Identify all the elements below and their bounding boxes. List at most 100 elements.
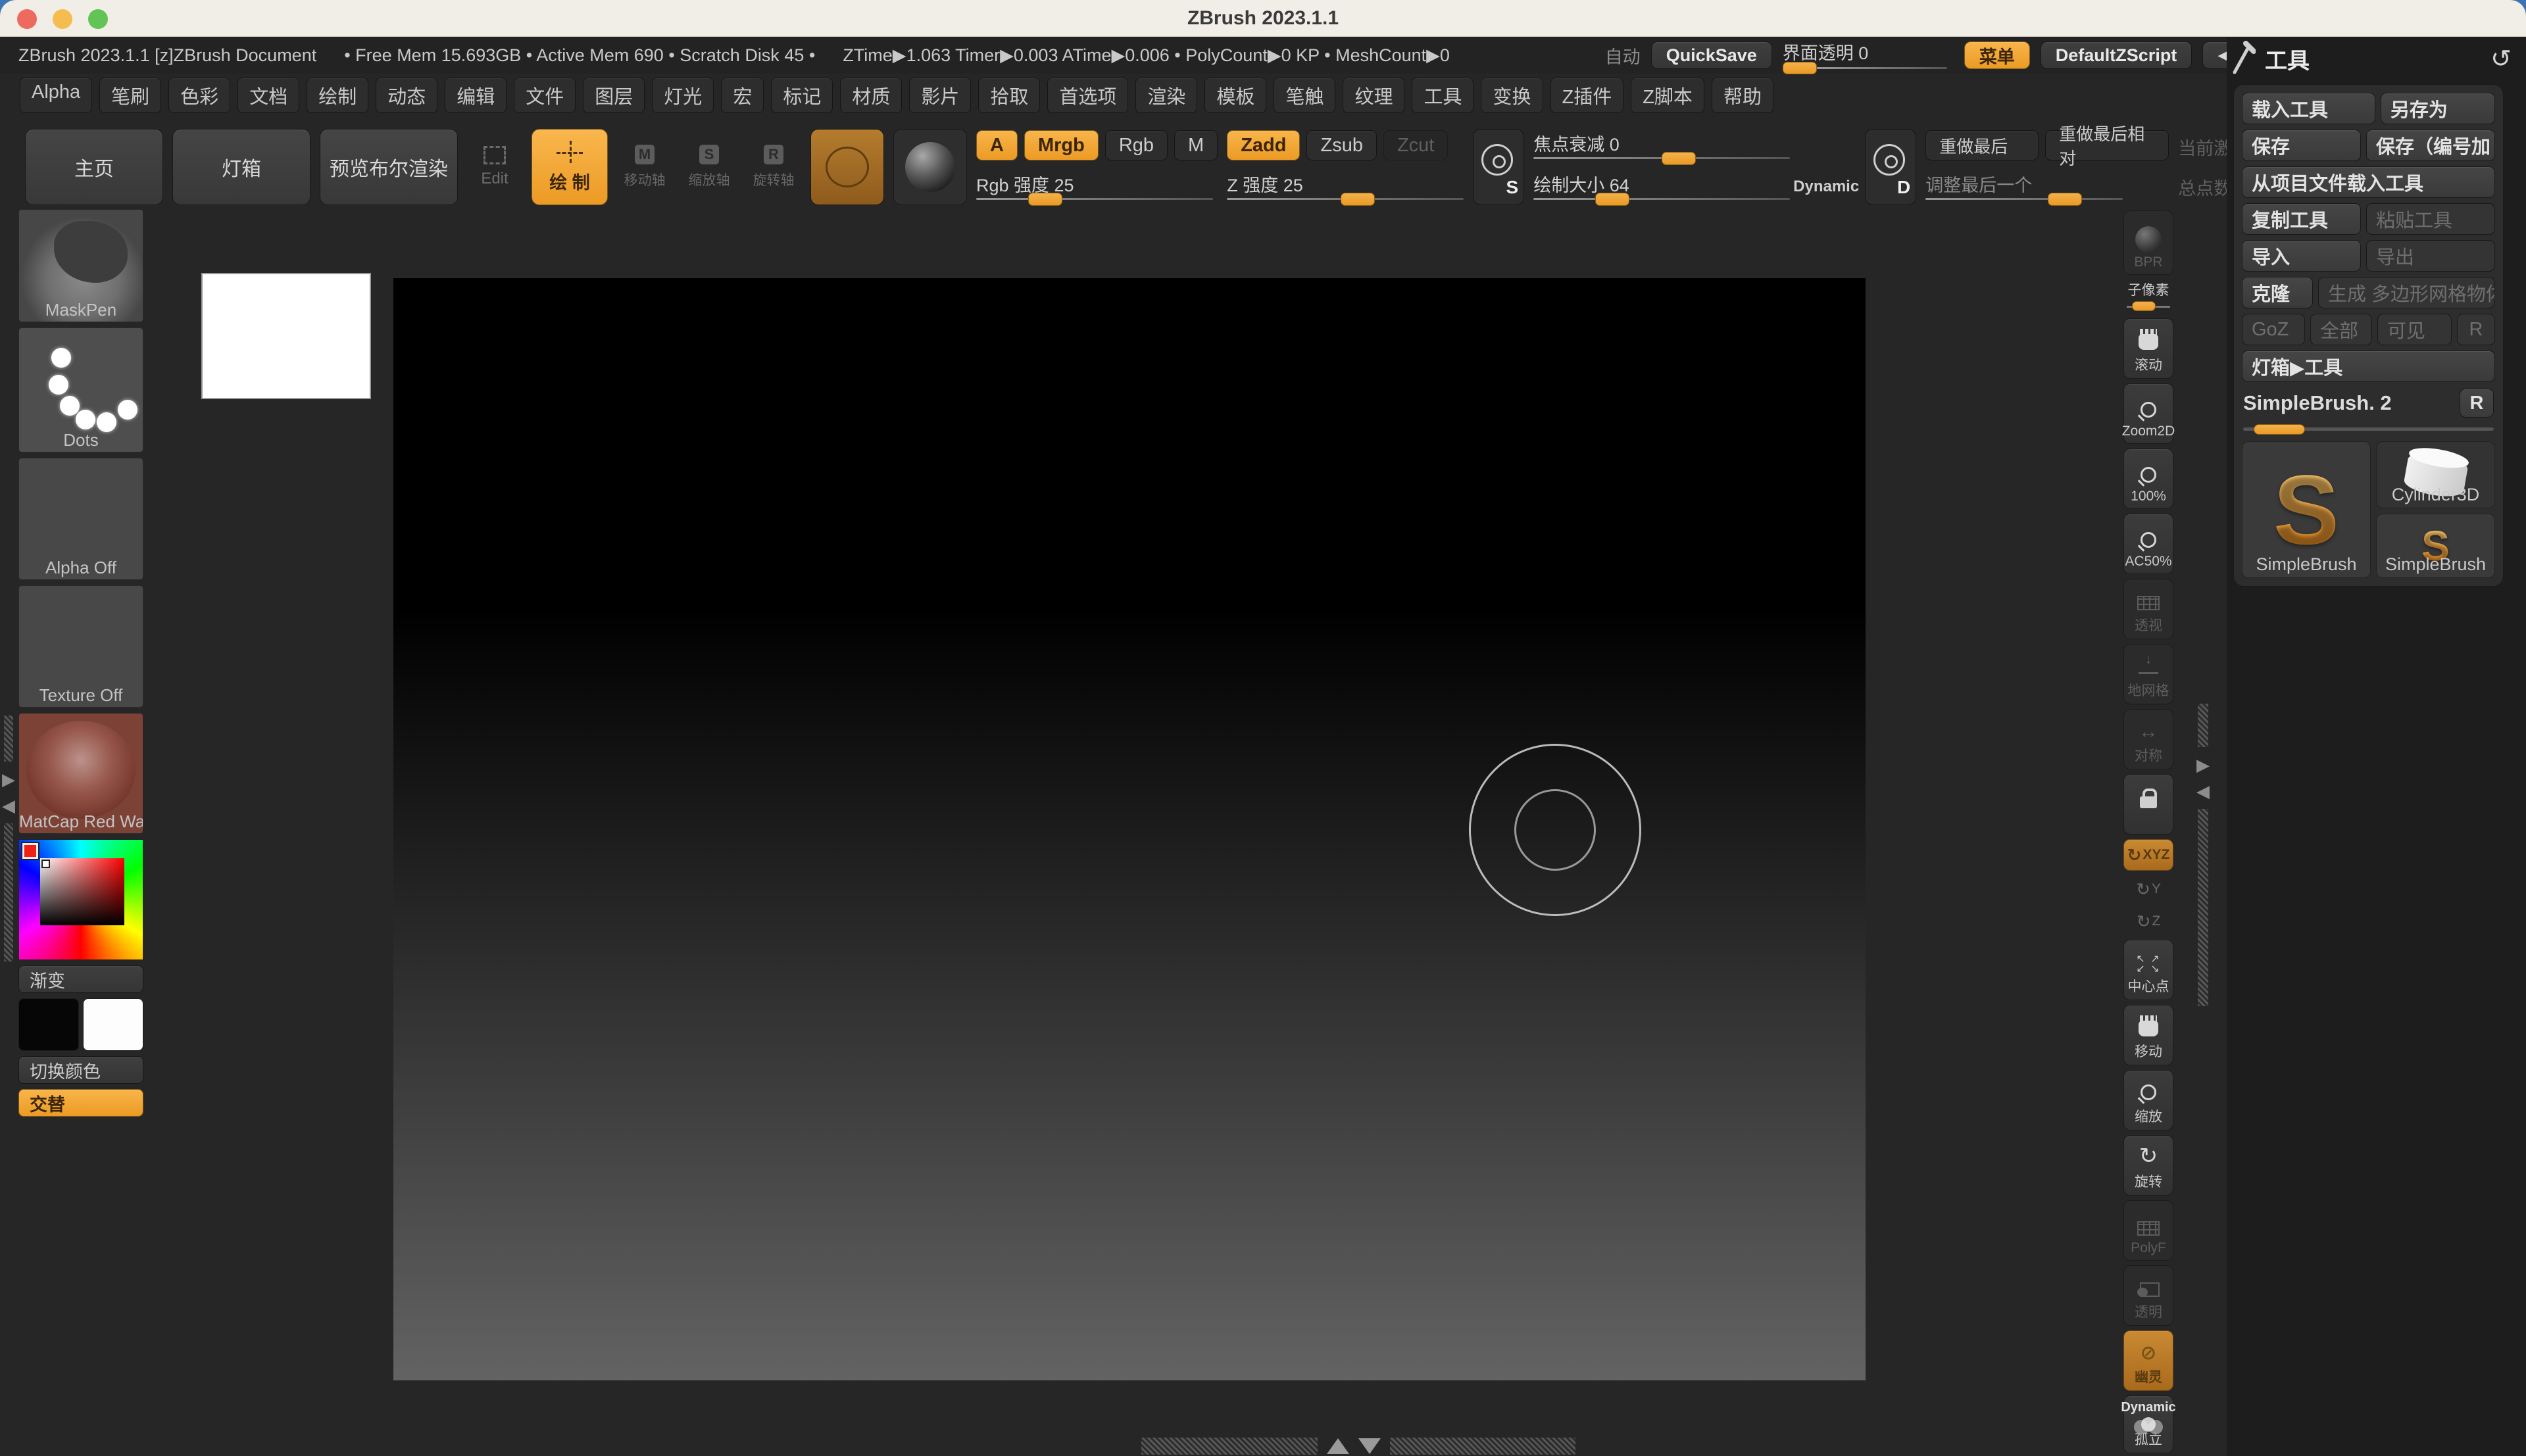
symmetry-button[interactable]: ↔ 对称	[2123, 709, 2173, 769]
rgb-intensity-slider[interactable]: Rgb 强度 25	[976, 171, 1213, 204]
alternate-button[interactable]: 交替	[18, 1089, 143, 1117]
menu-document[interactable]: 文档	[237, 78, 299, 113]
floor-grid-button[interactable]: ↓ 地网格	[2123, 644, 2173, 704]
antialiased-half-button[interactable]: AC50%	[2123, 514, 2173, 574]
lightbox-button[interactable]: 灯箱	[172, 129, 310, 205]
m-toggle[interactable]: M	[1174, 130, 1218, 160]
ghost-transparency-button[interactable]: ⊘ 幽灵	[2123, 1330, 2173, 1391]
dynamic-label[interactable]: Dynamic	[1793, 178, 1859, 196]
zadd-toggle[interactable]: Zadd	[1227, 130, 1300, 160]
close-bottom-tray-icon[interactable]	[1358, 1438, 1381, 1454]
divider-grip[interactable]	[2198, 809, 2208, 1006]
open-tray-arrow-icon[interactable]: ▶	[2, 771, 15, 788]
stroke-popup-button[interactable]: S	[1473, 129, 1524, 205]
rgb-intensity-track[interactable]	[976, 198, 1213, 200]
move-canvas-button[interactable]: 移动	[2123, 1005, 2173, 1065]
tool-inventory-slider[interactable]	[2243, 424, 2494, 433]
perspective-button[interactable]: 透视	[2123, 579, 2173, 639]
menu-picker[interactable]: 拾取	[978, 78, 1040, 113]
scale-gyro-button[interactable]: S 缩放轴	[681, 129, 737, 205]
copy-tool-button[interactable]: 复制工具	[2242, 203, 2361, 235]
export-button[interactable]: 导出	[2366, 240, 2495, 272]
saturation-box[interactable]	[40, 858, 124, 925]
frame-center-button[interactable]: ↖ ↗↙ ↘ 中心点	[2123, 940, 2173, 1000]
lightbox-tool-button[interactable]: 灯箱▶工具	[2242, 351, 2495, 382]
rgb-intensity-knob[interactable]	[1028, 193, 1062, 206]
menu-toggle-button[interactable]: 菜单	[1964, 41, 2030, 69]
subpixel-control[interactable]: 子像素	[2123, 279, 2173, 314]
bpr-render-button[interactable]: BPR	[2123, 210, 2173, 275]
rotate-canvas-button[interactable]: ↻ 旋转	[2123, 1135, 2173, 1196]
divider-grip[interactable]	[1390, 1438, 1575, 1455]
rgb-toggle[interactable]: Rgb	[1105, 130, 1168, 160]
menu-draw[interactable]: 绘制	[307, 78, 368, 113]
current-material-button[interactable]	[893, 129, 967, 205]
close-button[interactable]	[17, 9, 37, 29]
polyframe-button[interactable]: PolyF	[2123, 1200, 2173, 1261]
menu-tool[interactable]: 工具	[1412, 78, 1474, 113]
secondary-color-swatch[interactable]	[83, 998, 143, 1051]
goz-button[interactable]: GoZ	[2242, 314, 2305, 345]
focal-shift-slider[interactable]: 焦点衰减 0	[1533, 130, 1790, 163]
zoom2d-button[interactable]: Zoom2D	[2123, 383, 2173, 444]
close-tray-arrow-icon[interactable]: ◀	[2196, 783, 2210, 800]
draw-button[interactable]: 绘 制	[532, 129, 608, 205]
selected-color-swatch[interactable]	[22, 843, 38, 859]
current-brush-thumbnail[interactable]: MaskPen	[18, 209, 143, 322]
saturation-selector[interactable]	[41, 860, 50, 868]
menu-preferences[interactable]: 首选项	[1047, 78, 1128, 113]
menu-texture[interactable]: 纹理	[1343, 78, 1404, 113]
ui-opacity-knob[interactable]	[1783, 62, 1817, 74]
rotate-z-button[interactable]: ↻ Z	[2123, 908, 2173, 935]
draw-size-track[interactable]	[1533, 198, 1790, 200]
z-intensity-slider[interactable]: Z 强度 25	[1227, 171, 1464, 204]
solo-button[interactable]: Dynamic 孤立	[2123, 1395, 2173, 1453]
rotate-xyz-button[interactable]: ↻ XYZ	[2123, 839, 2173, 871]
a-toggle[interactable]: A	[976, 130, 1018, 160]
switch-colors-button[interactable]: 切换颜色	[18, 1056, 143, 1084]
close-tray-arrow-icon[interactable]: ◀	[2, 797, 15, 814]
menu-file[interactable]: 文件	[514, 78, 576, 113]
adjust-last-knob[interactable]	[2048, 193, 2082, 206]
mrgb-toggle[interactable]: Mrgb	[1024, 130, 1099, 160]
goz-all-button[interactable]: 全部	[2310, 314, 2372, 345]
current-material-thumbnail[interactable]: MatCap Red Wax	[18, 713, 143, 834]
actual-size-button[interactable]: 100%	[2123, 449, 2173, 509]
menu-layer[interactable]: 图层	[583, 78, 645, 113]
edit-button[interactable]: Edit	[467, 129, 522, 205]
document-thumbnail[interactable]	[201, 273, 371, 399]
open-tray-arrow-icon[interactable]: ▶	[2196, 756, 2210, 773]
divider-grip[interactable]	[4, 716, 13, 762]
current-stroke-thumbnail[interactable]: Dots	[18, 328, 143, 452]
menu-help[interactable]: 帮助	[1712, 78, 1773, 113]
preview-boolean-button[interactable]: 预览布尔渲染	[320, 129, 458, 205]
redo-last-button[interactable]: 重做最后	[1925, 130, 2039, 160]
divider-grip[interactable]	[1141, 1438, 1318, 1455]
subpixel-track[interactable]	[2127, 306, 2170, 308]
save-increment-button[interactable]: 保存（编号加 1	[2366, 130, 2495, 161]
document-canvas[interactable]	[393, 278, 1866, 1380]
menu-macro[interactable]: 宏	[721, 78, 764, 113]
menu-zscript[interactable]: Z脚本	[1631, 78, 1704, 113]
rotate-gyro-button[interactable]: R 旋转轴	[746, 129, 801, 205]
right-tray-divider[interactable]: ▶ ◀	[2194, 704, 2212, 1006]
z-intensity-track[interactable]	[1227, 198, 1464, 200]
adjust-last-track[interactable]	[1925, 198, 2123, 200]
tool-r-button[interactable]: R	[2460, 389, 2494, 418]
cylinder3d-thumbnail[interactable]: Cylinder3D	[2376, 441, 2495, 508]
zcut-toggle[interactable]: Zcut	[1383, 130, 1448, 160]
draw-size-knob[interactable]	[1595, 193, 1629, 206]
tool-slider-knob[interactable]	[2254, 424, 2305, 435]
home-button[interactable]: 主页	[25, 129, 163, 205]
divider-grip[interactable]	[2198, 704, 2208, 747]
brush-preview-button[interactable]	[810, 129, 884, 205]
import-button[interactable]: 导入	[2242, 240, 2361, 272]
menu-edit[interactable]: 编辑	[445, 78, 507, 113]
subpixel-knob[interactable]	[2132, 301, 2156, 311]
goz-visible-button[interactable]: 可见	[2377, 314, 2452, 345]
move-gyro-button[interactable]: M 移动轴	[617, 129, 672, 205]
menu-movie[interactable]: 影片	[909, 78, 971, 113]
menu-brush[interactable]: 笔刷	[99, 78, 161, 113]
color-picker[interactable]	[18, 839, 143, 960]
current-tool-thumbnail[interactable]: S SimpleBrush	[2242, 441, 2371, 578]
